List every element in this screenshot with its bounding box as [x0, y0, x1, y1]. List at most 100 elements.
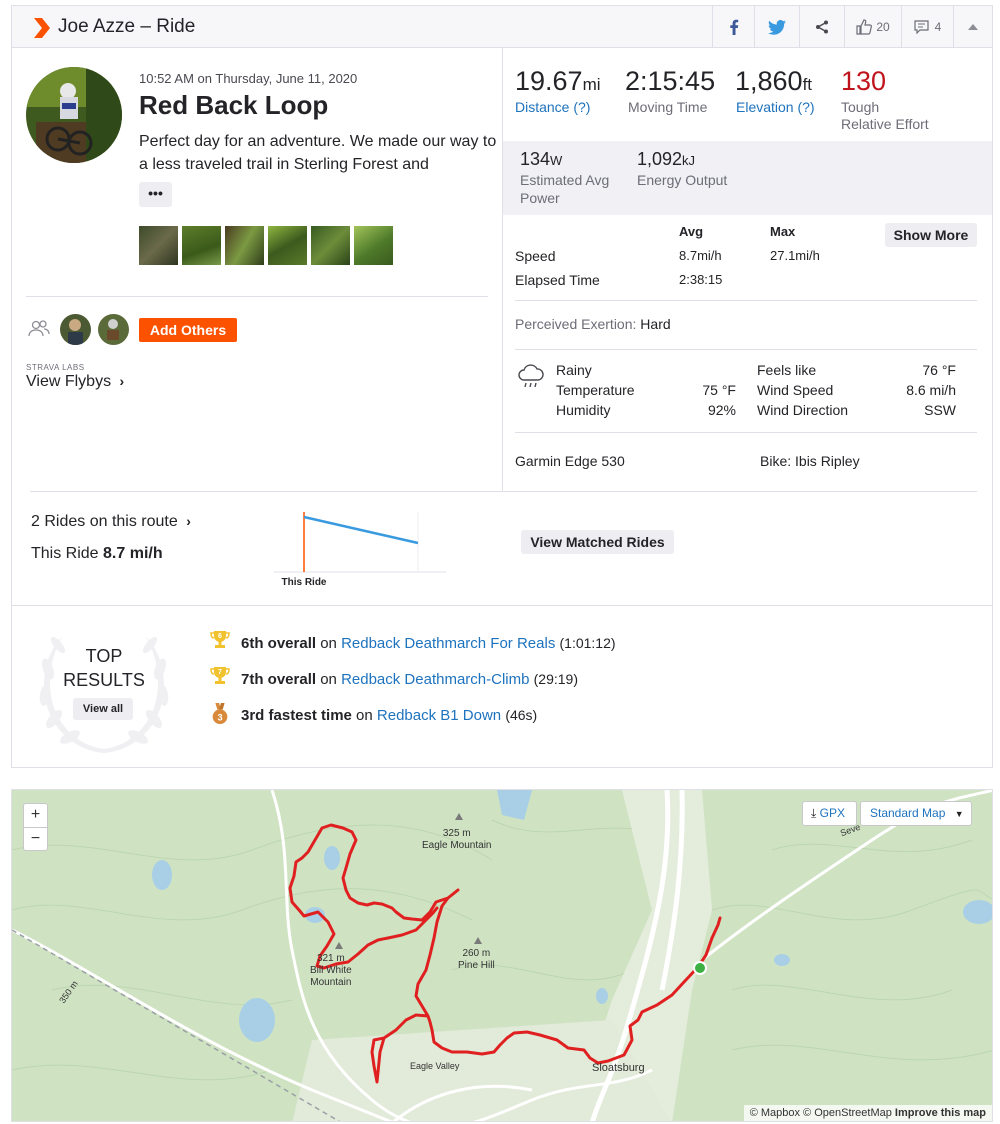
kudos-button[interactable]: 20 — [844, 6, 901, 48]
collapse-button[interactable] — [953, 6, 992, 48]
map-type-label: Standard Map — [870, 806, 946, 820]
improve-map-link[interactable]: Improve this map — [895, 1107, 986, 1119]
feels-like-value: 76 °F — [922, 362, 956, 378]
distance-value: 19.67mi — [515, 66, 601, 96]
column-divider — [502, 48, 503, 491]
elapsed-time-avg: 2:38:15 — [679, 272, 723, 287]
divider — [515, 300, 977, 301]
export-gpx-button[interactable]: ⤓ GPX — [802, 801, 857, 826]
wind-speed-value: 8.6 mi/h — [906, 382, 956, 398]
peak-label: 321 m Bill White Mountain — [310, 953, 352, 988]
bike-name[interactable]: Bike: Ibis Ripley — [760, 453, 860, 469]
twitter-share-button[interactable] — [754, 6, 799, 48]
map-canvas — [12, 790, 992, 1121]
activity-header: Joe Azze – Ride 20 4 — [12, 6, 992, 48]
svg-text:7: 7 — [218, 669, 222, 676]
caret-up-icon — [968, 24, 978, 30]
view-all-results-button[interactable]: View all — [73, 698, 133, 720]
activity-description: Perfect day for an adventure. We made ou… — [139, 133, 497, 173]
map-type-select[interactable]: Standard Map ▼ — [860, 801, 972, 826]
facebook-share-button[interactable] — [712, 6, 754, 48]
activity-photo[interactable] — [354, 226, 393, 265]
elevation-label[interactable]: Elevation (?) — [736, 99, 815, 116]
athlete-avatar[interactable] — [26, 67, 122, 163]
chevron-right-icon: › — [119, 373, 125, 389]
speed-avg: 8.7mi/h — [679, 248, 722, 263]
comment-icon — [914, 20, 929, 34]
rides-on-route-link[interactable]: 2 Rides on this route › — [31, 513, 191, 531]
speed-trend-line — [303, 515, 419, 545]
segment-link[interactable]: Redback Deathmarch-Climb — [341, 671, 529, 688]
town-label: Sloatsburg — [592, 1062, 645, 1074]
svg-text:3: 3 — [217, 712, 222, 722]
zoom-controls: + − — [23, 803, 48, 851]
top-result-item: 6th overall on Redback Deathmarch For Re… — [241, 635, 616, 652]
top-result-item: 7th overall on Redback Deathmarch-Climb … — [241, 671, 578, 688]
zoom-out-button[interactable]: − — [24, 827, 47, 850]
activity-name: Red Back Loop — [139, 90, 329, 120]
speed-label: Speed — [515, 248, 556, 264]
matched-rides-chart: This Ride — [274, 512, 446, 588]
activity-photo[interactable] — [225, 226, 264, 265]
add-others-button[interactable]: Add Others — [139, 318, 237, 342]
kudos-count: 20 — [876, 20, 890, 34]
strava-chevron-icon — [34, 18, 50, 38]
download-icon: ⤓ — [811, 806, 817, 820]
divider — [12, 605, 992, 606]
max-column-header: Max — [770, 224, 796, 239]
wind-direction-label: Wind Direction — [757, 402, 849, 418]
humidity-value: 92% — [707, 402, 736, 418]
peak-label: 260 m Pine Hill — [458, 948, 495, 971]
strava-labs-label: STRAVA LABS — [26, 363, 85, 372]
wind-speed-label: Wind Speed — [757, 382, 834, 398]
caret-down-icon: ▼ — [954, 809, 964, 819]
segment-link[interactable]: Redback Deathmarch For Reals — [341, 635, 555, 652]
feels-like-label: Feels like — [757, 362, 817, 378]
chevron-right-icon: › — [186, 513, 191, 529]
top-results-title: TOP RESULTS — [63, 646, 145, 690]
avg-column-header: Avg — [679, 224, 704, 239]
moving-time-label: Moving Time — [628, 99, 708, 115]
peak-label: 325 m Eagle Mountain — [422, 828, 492, 851]
view-flybys-link[interactable]: View Flybys › — [26, 373, 124, 391]
share-icon — [816, 20, 828, 34]
energy-value: 1,092kJ — [637, 149, 696, 169]
expand-description-button[interactable]: ••• — [139, 182, 172, 207]
wind-direction-value: SSW — [924, 402, 956, 418]
activity-card: Joe Azze – Ride 20 4 10:52 AM on Thursda… — [11, 5, 993, 768]
group-icon — [28, 320, 50, 337]
show-more-button[interactable]: Show More — [885, 223, 977, 247]
activity-photo[interactable] — [139, 226, 178, 265]
place-label: Eagle Valley — [410, 1061, 460, 1071]
activity-photo[interactable] — [268, 226, 307, 265]
page-title: Joe Azze – Ride — [58, 16, 196, 37]
facebook-icon — [729, 19, 738, 35]
segment-link[interactable]: Redback B1 Down — [377, 707, 501, 724]
activity-datetime: 10:52 AM on Thursday, June 11, 2020 — [139, 71, 358, 86]
group-athlete-avatar[interactable] — [60, 314, 91, 345]
share-button[interactable] — [799, 6, 844, 48]
this-ride-marker-label: This Ride — [281, 577, 326, 588]
speed-max: 27.1mi/h — [770, 248, 820, 263]
bronze-medal-icon: 3 — [212, 703, 228, 725]
distance-label[interactable]: Distance (?) — [515, 99, 590, 116]
twitter-icon — [768, 19, 786, 35]
route-start-marker — [693, 961, 707, 975]
power-label: Estimated Avg Power — [520, 172, 610, 206]
view-matched-rides-button[interactable]: View Matched Rides — [521, 530, 674, 554]
divider — [515, 432, 977, 433]
activity-photo[interactable] — [311, 226, 350, 265]
zoom-in-button[interactable]: + — [24, 804, 47, 827]
temperature-value: 75 °F — [702, 382, 736, 398]
relative-effort-label: Tough Relative Effort — [841, 99, 929, 132]
route-map[interactable]: 325 m Eagle Mountain 321 m Bill White Mount… — [11, 789, 993, 1122]
activity-photo[interactable] — [182, 226, 221, 265]
group-athlete-avatar[interactable] — [98, 314, 129, 345]
comments-button[interactable]: 4 — [901, 6, 953, 48]
trophy-icon: 7 — [210, 667, 230, 684]
thumbs-up-icon — [856, 19, 873, 35]
elevation-value: 1,860ft — [735, 66, 813, 96]
rain-cloud-icon — [518, 364, 544, 388]
elapsed-time-label: Elapsed Time — [515, 272, 600, 288]
gpx-label: GPX — [819, 806, 845, 820]
